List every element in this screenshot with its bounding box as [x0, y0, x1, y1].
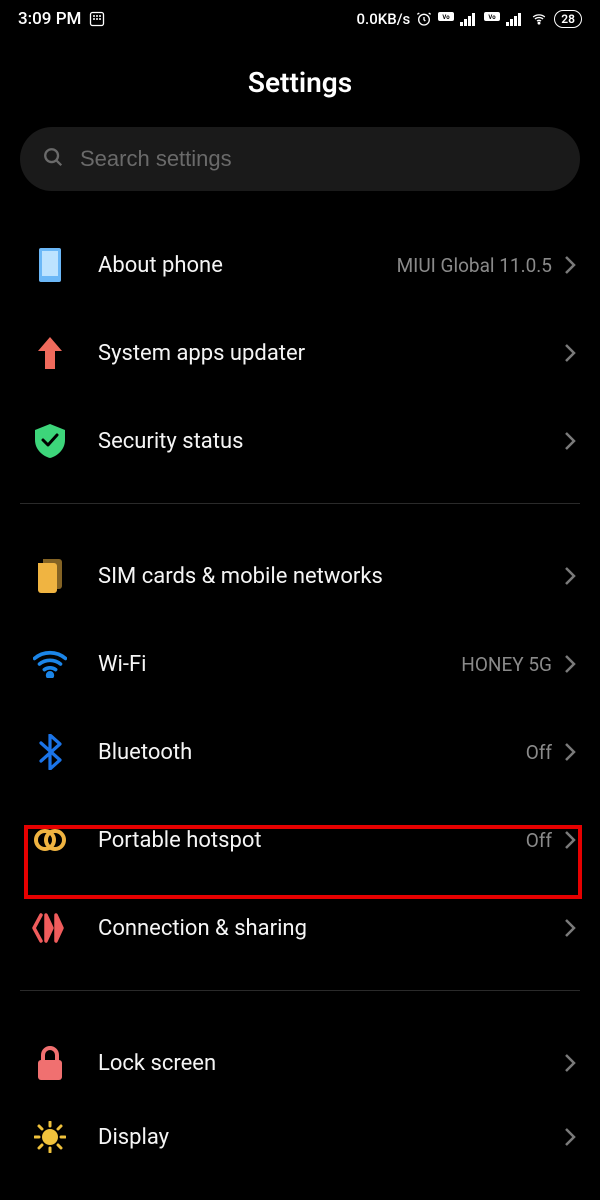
- svg-text:Vo: Vo: [443, 14, 451, 21]
- connection-icon: [20, 913, 80, 943]
- chevron-right-icon: [564, 343, 576, 363]
- volte-icon-2: Vo: [484, 12, 500, 26]
- row-wifi[interactable]: Wi-Fi HONEY 5G: [0, 620, 600, 708]
- wifi-icon: [530, 12, 548, 26]
- lock-icon: [20, 1046, 80, 1080]
- chevron-right-icon: [564, 1127, 576, 1147]
- search-icon: [42, 146, 64, 172]
- signal-icon-1: [460, 12, 478, 26]
- status-network-speed: 0.0KB/s: [357, 10, 411, 28]
- row-display[interactable]: Display: [0, 1107, 600, 1167]
- row-bluetooth[interactable]: Bluetooth Off: [0, 708, 600, 796]
- row-label: Connection & sharing: [80, 916, 564, 941]
- row-label: Display: [80, 1125, 564, 1150]
- row-lock-screen[interactable]: Lock screen: [0, 1019, 600, 1107]
- row-label: Wi-Fi: [80, 652, 461, 677]
- brightness-icon: [20, 1121, 80, 1153]
- row-sim-cards[interactable]: SIM cards & mobile networks: [0, 532, 600, 620]
- row-label: Portable hotspot: [80, 828, 526, 853]
- chevron-right-icon: [564, 431, 576, 451]
- row-label: SIM cards & mobile networks: [80, 564, 564, 589]
- hotspot-icon: [20, 827, 80, 853]
- battery-indicator: 28: [554, 10, 582, 28]
- divider: [20, 990, 580, 991]
- search-bar[interactable]: [20, 127, 580, 191]
- row-system-apps-updater[interactable]: System apps updater: [0, 309, 600, 397]
- page-title: Settings: [0, 66, 600, 99]
- row-connection-sharing[interactable]: Connection & sharing: [0, 884, 600, 972]
- settings-list: About phone MIUI Global 11.0.5 System ap…: [0, 221, 600, 1167]
- chevron-right-icon: [564, 918, 576, 938]
- chevron-right-icon: [564, 255, 576, 275]
- row-label: Lock screen: [80, 1051, 564, 1076]
- volte-icon-1: Vo: [438, 12, 454, 26]
- row-portable-hotspot[interactable]: Portable hotspot Off: [0, 796, 600, 884]
- row-label: Bluetooth: [80, 740, 526, 765]
- row-label: System apps updater: [80, 341, 564, 366]
- row-value: HONEY 5G: [461, 653, 552, 676]
- phone-icon: [20, 248, 80, 282]
- search-input[interactable]: [80, 146, 558, 172]
- wifi-icon: [20, 650, 80, 678]
- chevron-right-icon: [564, 654, 576, 674]
- bluetooth-icon: [20, 734, 80, 770]
- row-value: Off: [526, 741, 552, 764]
- sim-icon: [20, 559, 80, 593]
- row-value: MIUI Global 11.0.5: [397, 254, 552, 277]
- update-arrow-icon: [20, 337, 80, 369]
- shield-check-icon: [20, 424, 80, 458]
- row-security-status[interactable]: Security status: [0, 397, 600, 485]
- alarm-icon: [416, 11, 432, 27]
- status-time: 3:09 PM: [18, 9, 81, 29]
- status-misc-icon: [89, 11, 105, 27]
- chevron-right-icon: [564, 830, 576, 850]
- row-about-phone[interactable]: About phone MIUI Global 11.0.5: [0, 221, 600, 309]
- svg-text:Vo: Vo: [489, 14, 497, 21]
- divider: [20, 503, 580, 504]
- signal-icon-2: [506, 12, 524, 26]
- chevron-right-icon: [564, 742, 576, 762]
- row-label: About phone: [80, 253, 397, 278]
- row-label: Security status: [80, 429, 564, 454]
- chevron-right-icon: [564, 1053, 576, 1073]
- chevron-right-icon: [564, 566, 576, 586]
- row-value: Off: [526, 829, 552, 852]
- status-bar: 3:09 PM 0.0KB/s Vo Vo 28: [0, 0, 600, 38]
